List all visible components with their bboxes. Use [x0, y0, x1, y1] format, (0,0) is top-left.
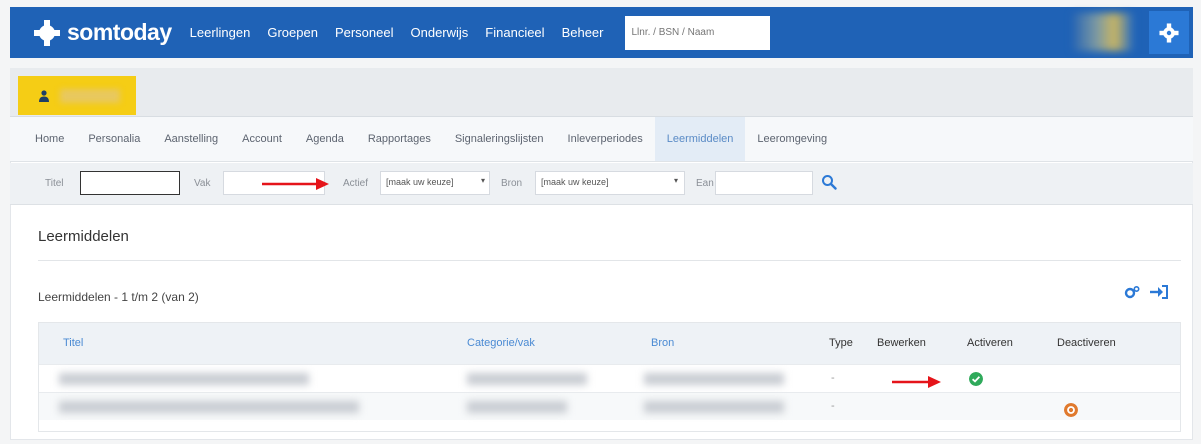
export-icon[interactable]: [1150, 285, 1168, 299]
dropdown-caret-icon: ▾: [673, 176, 678, 185]
table-row[interactable]: -: [39, 392, 1180, 420]
blurred-titel-cell: [59, 401, 359, 413]
ean-filter-input[interactable]: [715, 171, 813, 195]
table-row[interactable]: -: [39, 364, 1180, 392]
global-search-input[interactable]: [625, 15, 771, 50]
bron-filter-label: Bron: [501, 178, 523, 189]
section-divider: [38, 260, 1181, 261]
somtoday-logo[interactable]: somtoday: [32, 18, 172, 48]
deactivate-circle-icon[interactable]: [1064, 403, 1078, 417]
nav-financieel[interactable]: Financieel: [485, 25, 544, 40]
ean-filter-label: Ean: [696, 178, 714, 189]
subnav-home[interactable]: Home: [10, 117, 76, 161]
somtoday-emblem-icon: [1159, 22, 1179, 43]
blurred-categorie-cell: [467, 401, 567, 413]
type-cell: -: [831, 372, 835, 384]
nav-leerlingen[interactable]: Leerlingen: [190, 25, 251, 40]
column-header-deactiveren: Deactiveren: [1057, 337, 1116, 349]
column-header-titel[interactable]: Titel: [63, 337, 83, 349]
subnav-rapportages[interactable]: Rapportages: [356, 117, 443, 161]
red-annotation-arrow: [262, 178, 329, 190]
subnav-signaleringslijsten[interactable]: Signaleringslijsten: [443, 117, 556, 161]
filter-bar: Titel Vak Actief [maak uw keuze] ▾ Bron …: [10, 163, 1193, 205]
blurred-bron-cell: [644, 401, 784, 413]
user-avatar-blurred[interactable]: [1073, 13, 1133, 51]
subnav-leermiddelen[interactable]: Leermiddelen: [654, 117, 746, 161]
section-title: Leermiddelen: [38, 228, 129, 245]
column-header-bewerken: Bewerken: [877, 337, 926, 349]
actief-filter-label: Actief: [343, 178, 369, 189]
top-navigation-bar: somtoday Leerlingen Groepen Personeel On…: [10, 7, 1193, 58]
settings-gears-icon[interactable]: [1124, 285, 1140, 299]
record-tab-strip: [10, 68, 1193, 116]
column-header-categorie-vak[interactable]: Categorie/vak: [467, 337, 535, 349]
record-sub-navigation: Home Personalia Aanstelling Account Agen…: [10, 116, 1193, 162]
subnav-leeromgeving[interactable]: Leeromgeving: [745, 117, 839, 161]
student-name-blurred: [60, 88, 120, 103]
type-cell: -: [831, 400, 835, 412]
actief-filter-select[interactable]: [maak uw keuze] ▾: [380, 171, 490, 195]
app-name: somtoday: [67, 19, 172, 45]
dropdown-caret-icon: ▾: [480, 176, 485, 185]
bron-filter-select[interactable]: [maak uw keuze] ▾: [535, 171, 685, 195]
search-icon[interactable]: [821, 174, 837, 190]
somtoday-logo-icon: [34, 19, 60, 46]
activate-check-icon[interactable]: [969, 372, 983, 386]
blurred-bron-cell: [644, 373, 784, 385]
list-count-title: Leermiddelen - 1 t/m 2 (van 2): [38, 290, 199, 304]
subnav-aanstelling[interactable]: Aanstelling: [152, 117, 230, 161]
blurred-titel-cell: [59, 373, 309, 385]
column-header-bron[interactable]: Bron: [651, 337, 674, 349]
column-header-type: Type: [829, 337, 853, 349]
blurred-categorie-cell: [467, 373, 587, 385]
subnav-account[interactable]: Account: [230, 117, 294, 161]
subnav-agenda[interactable]: Agenda: [294, 117, 356, 161]
nav-groepen[interactable]: Groepen: [267, 25, 318, 40]
student-record-tab[interactable]: [18, 76, 136, 115]
vak-filter-label: Vak: [194, 178, 211, 189]
leermiddelen-table: Titel Categorie/vak Bron Type Bewerken A…: [38, 322, 1181, 432]
subnav-personalia[interactable]: Personalia: [76, 117, 152, 161]
main-navigation: Leerlingen Groepen Personeel Onderwijs F…: [190, 25, 621, 40]
nav-onderwijs[interactable]: Onderwijs: [411, 25, 469, 40]
actief-selected-value: [maak uw keuze]: [386, 177, 454, 187]
column-header-activeren: Activeren: [967, 337, 1013, 349]
person-icon: [39, 89, 49, 102]
nav-personeel[interactable]: Personeel: [335, 25, 394, 40]
nav-beheer[interactable]: Beheer: [562, 25, 604, 40]
table-header: Titel Categorie/vak Bron Type Bewerken A…: [39, 323, 1180, 364]
titel-filter-input[interactable]: [80, 171, 180, 195]
app-menu-button[interactable]: [1149, 11, 1189, 54]
bron-selected-value: [maak uw keuze]: [541, 177, 609, 187]
red-annotation-arrow: [892, 376, 941, 388]
subnav-inleverperiodes[interactable]: Inleverperiodes: [556, 117, 655, 161]
titel-filter-label: Titel: [45, 178, 64, 189]
